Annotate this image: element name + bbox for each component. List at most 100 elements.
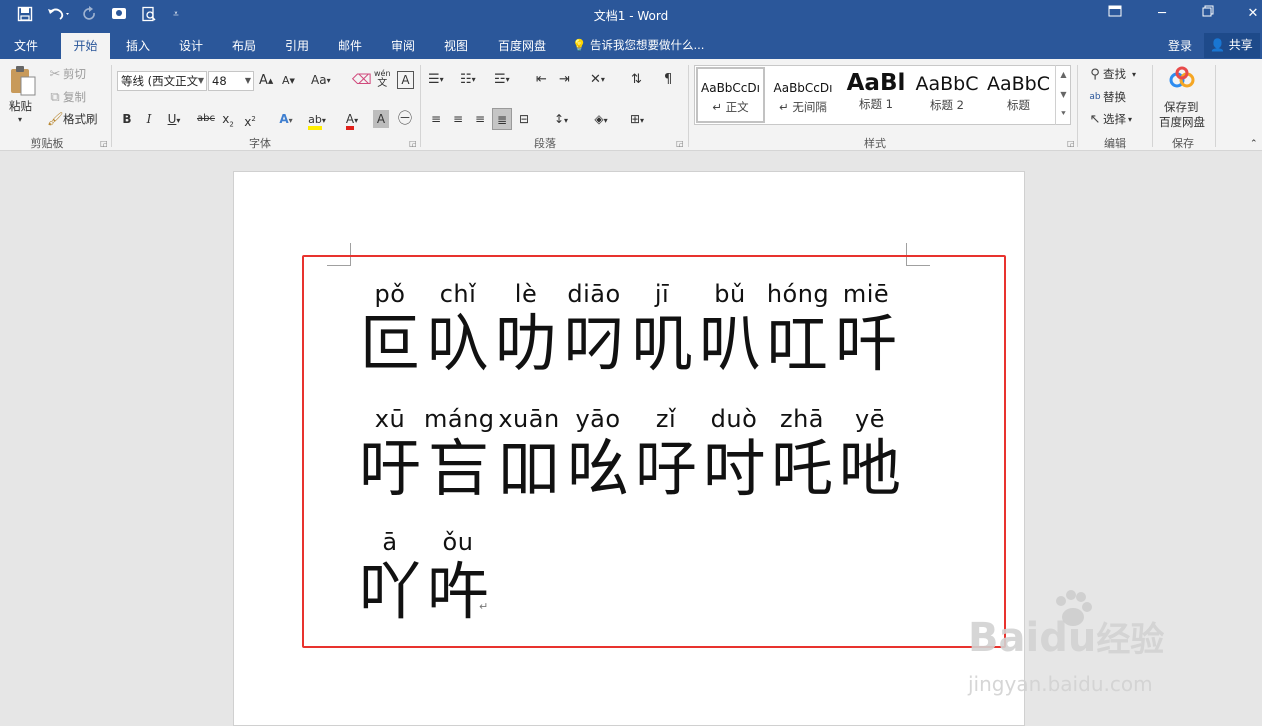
clipboard-launcher-icon[interactable]: ◲ [100,139,108,148]
line-spacing-icon[interactable]: ↕▾ [548,108,574,130]
text-line-1[interactable]: pǒ 叵 chǐ 叺 lè 叻 diāo 叼 jī 叽 bǔ 叭 hóng 叿 miē 吀 [356,279,900,379]
ribbon-display-options-icon[interactable] [1100,4,1130,24]
ruby-character[interactable]: lè 叻 [492,279,560,379]
show-hide-marks-icon[interactable]: ¶ [664,72,672,87]
save-to-label[interactable]: 保存到 [1164,99,1199,115]
justify-icon[interactable]: ≣ [492,108,512,130]
chevron-down-icon: ▾ [1128,114,1133,124]
ruby-character[interactable]: hóng 叿 [764,279,832,379]
numbering-icon[interactable]: ☷ ▾ [460,72,476,87]
text-effects-icon[interactable]: A▾ [273,108,299,130]
collapse-ribbon-icon[interactable]: ⌃ [1250,139,1258,149]
styles-launcher-icon[interactable]: ◲ [1067,139,1075,148]
align-left-icon[interactable]: ≡ [428,108,444,130]
ruby-character[interactable]: yāo 吆 [564,404,632,504]
chinese-layout-icon[interactable]: ✕ ▾ [590,72,605,87]
paragraph-launcher-icon[interactable]: ◲ [676,139,684,148]
bullets-icon[interactable]: ☰ ▾ [428,72,444,87]
italic-icon[interactable]: I [142,108,156,130]
style-heading-1[interactable]: AaBl 标题 1 [841,67,911,123]
ruby-character[interactable]: chǐ 叺 [424,279,492,379]
style-title[interactable]: AaBbC 标题 [984,67,1053,123]
ruby-character[interactable]: zhā 吒 [768,404,836,504]
style-no-spacing[interactable]: AaBbCcDı ↵ 无间隔 [768,67,838,123]
restore-icon[interactable] [1193,4,1223,24]
baidu-netdisk-label[interactable]: 百度网盘 [1159,114,1205,130]
strikethrough-icon[interactable]: abc [195,108,217,130]
text-line-2[interactable]: xū 吁 máng 吂 xuān 吅 yāo 吆 zǐ 吇 duò 吋 zhā 吒 yē 吔 [356,404,904,504]
shading-icon[interactable]: ◈▾ [588,108,614,130]
increase-indent-icon[interactable]: ⇥ [559,72,570,87]
baidu-cloud-icon[interactable] [1167,65,1197,91]
font-launcher-icon[interactable]: ◲ [409,139,417,148]
styles-scroll[interactable]: ▲ ▼ ⯆ [1055,65,1071,125]
font-size-combo[interactable]: 48 ▼ [208,71,254,91]
find-button[interactable]: ⚲ 查找 ▾ [1087,66,1136,82]
format-painter-button[interactable]: 🖌 格式刷 [47,111,98,127]
shrink-font-icon[interactable]: A ▼ [282,74,295,87]
ruby-character[interactable]: bǔ 叭 [696,279,764,379]
tab-insert[interactable]: 插入 [116,33,160,59]
grow-font-icon[interactable]: A ▲ [259,73,273,88]
style-heading-2[interactable]: AaBbC 标题 2 [912,67,982,123]
login-link[interactable]: 登录 [1168,37,1192,54]
styles-group-label: 样式 [864,137,886,150]
ruby-character[interactable]: zǐ 吇 [632,404,700,504]
tab-file[interactable]: 文件 [4,33,48,59]
distributed-icon[interactable]: ⊟ [516,108,532,130]
clear-formatting-icon[interactable]: ⌫ [352,72,372,88]
ruby-character[interactable]: miē 吀 [832,279,900,379]
paste-icon[interactable] [8,64,38,98]
tab-mailings[interactable]: 邮件 [328,33,372,59]
underline-icon[interactable]: U▾ [164,108,184,130]
change-case-button[interactable]: Aa ▾ [311,73,331,87]
minimize-icon[interactable]: ─ [1147,4,1177,24]
enclose-characters-icon[interactable]: ㊀ [396,108,414,130]
paste-dropdown-icon[interactable]: ▾ [18,115,22,124]
tab-view[interactable]: 视图 [434,33,478,59]
cut-button[interactable]: ✂ 剪切 [47,66,86,82]
bold-icon[interactable]: B [120,108,134,130]
align-right-icon[interactable]: ≡ [472,108,488,130]
character-border-icon[interactable]: A [397,71,414,89]
replace-button[interactable]: ab 替换 [1087,89,1126,105]
font-name-combo[interactable]: 等线 (西文正文 ▼ [117,71,207,91]
ruby-character[interactable]: duò 吋 [700,404,768,504]
character-shading-icon[interactable]: A [373,110,389,128]
multilevel-list-icon[interactable]: ☲ ▾ [494,72,510,87]
tab-home[interactable]: 开始 [61,33,110,59]
style-normal[interactable]: AaBbCcDı ↵ 正文 [696,67,765,123]
phonetic-guide-button[interactable]: wén 文 [374,69,391,89]
ruby-character[interactable]: diāo 叼 [560,279,628,379]
tab-baidu-netdisk[interactable]: 百度网盘 [490,33,554,59]
chevron-down-icon[interactable]: ▼ [1056,85,1071,105]
align-center-icon[interactable]: ≡ [450,108,466,130]
ruby-character[interactable]: pǒ 叵 [356,279,424,379]
ruby-character[interactable]: máng 吂 [424,404,494,504]
chevron-up-icon[interactable]: ▲ [1056,65,1071,85]
superscript-icon[interactable]: x2 [242,108,258,130]
tab-design[interactable]: 设计 [169,33,213,59]
decrease-indent-icon[interactable]: ⇤ [536,72,547,87]
subscript-icon[interactable]: x2 [220,108,236,130]
more-styles-icon[interactable]: ⯆ [1056,105,1071,123]
tab-review[interactable]: 审阅 [381,33,425,59]
text-line-3[interactable]: ā 吖 ǒu 吘 [356,527,492,627]
font-color-icon[interactable]: A▾ [339,108,365,130]
ruby-character[interactable]: jī 叽 [628,279,696,379]
ruby-character[interactable]: xū 吁 [356,404,424,504]
ruby-character[interactable]: ā吖 [356,527,424,627]
select-button[interactable]: ↖ 选择 ▾ [1087,111,1132,127]
borders-icon[interactable]: ⊞▾ [622,108,652,130]
share-button[interactable]: 👤 共享 [1204,33,1260,58]
paste-button[interactable]: 粘贴 [9,98,32,114]
tab-layout[interactable]: 布局 [222,33,266,59]
ruby-character[interactable]: yē 吔 [836,404,904,504]
copy-button[interactable]: ⧉ 复制 [47,89,86,105]
ruby-character[interactable]: xuān 吅 [494,404,564,504]
highlight-color-icon[interactable]: ab▾ [304,108,330,130]
tell-me-search[interactable]: 💡 告诉我您想要做什么... [572,37,704,53]
sort-icon[interactable]: ⇅ [631,72,642,87]
tab-references[interactable]: 引用 [275,33,319,59]
close-icon[interactable]: ✕ [1238,4,1262,24]
